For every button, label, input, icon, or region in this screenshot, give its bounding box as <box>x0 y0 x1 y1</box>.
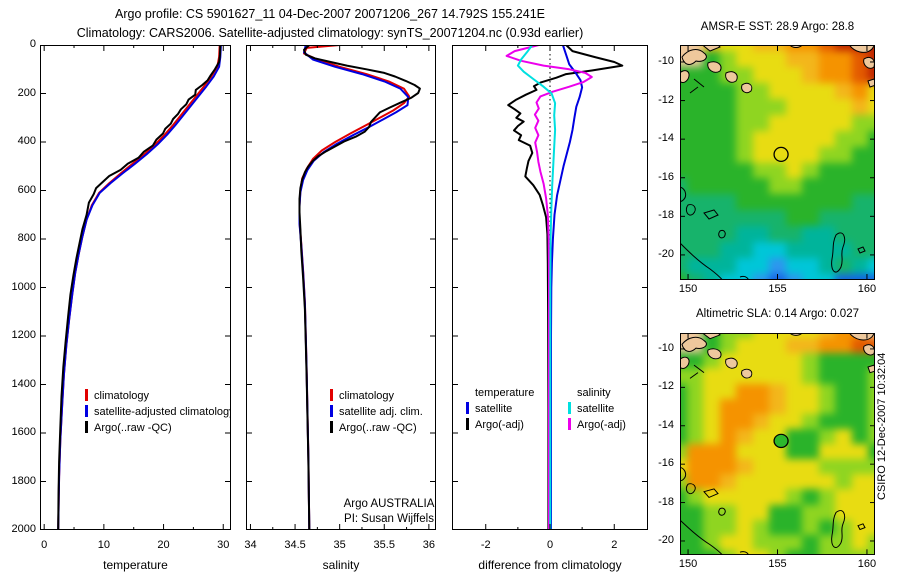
tick-label: 35 <box>333 539 346 551</box>
legend-group-header: salinity <box>577 387 611 399</box>
title-line-1: Argo profile: CS 5901627_11 04-Dec-2007 … <box>115 7 545 21</box>
salinity-profile-plot <box>246 45 436 530</box>
tick-label: 155 <box>768 558 787 570</box>
argo-float-marker <box>773 433 789 449</box>
difference-plot <box>452 45 648 530</box>
difference-panel: temperature satellite Argo(-adj) salinity sa… <box>452 45 648 530</box>
legend-label: climatology <box>339 390 395 402</box>
legend-entry: climatology <box>85 388 231 404</box>
legend-entry: satellite <box>568 401 626 417</box>
tick-label: 35.5 <box>373 539 395 551</box>
legend-label: Argo(..raw -QC) <box>94 422 172 434</box>
argo-profile-figure: Argo profile: CS 5901627_11 04-Dec-2007 … <box>0 0 900 580</box>
legend-entry: climatology <box>330 388 423 404</box>
legend-line-swatch <box>85 405 88 417</box>
tick-label: 2000 <box>11 523 36 535</box>
tick-label: 10 <box>97 539 110 551</box>
legend-line-swatch <box>568 418 571 430</box>
legend-label: Argo(-adj) <box>577 419 626 431</box>
tick-label: -20 <box>658 533 674 546</box>
salinity-profile-panel: climatology satellite adj. clim. Argo(..ra… <box>246 45 436 530</box>
salinity-axis-label: salinity <box>322 558 360 572</box>
legend-line-swatch <box>330 405 333 417</box>
note-line-1: Argo AUSTRALIA <box>343 498 435 510</box>
tick-label: 20 <box>157 539 170 551</box>
legend-line-swatch <box>330 389 333 401</box>
legend-line-swatch <box>85 389 88 401</box>
tick-label: 150 <box>678 283 698 295</box>
legend-label: satellite adj. clim. <box>339 406 423 418</box>
legend-label: Argo(-adj) <box>475 419 524 431</box>
title-line-2: Climatology: CARS2006. Satellite-adjuste… <box>76 26 584 40</box>
tick-label: 155 <box>768 283 787 295</box>
tick-label: 1600 <box>11 426 36 438</box>
tick-label: 2 <box>611 539 618 551</box>
legend-entry: Argo(-adj) <box>568 417 626 433</box>
temperature-profile-panel: climatology satellite-adjusted climatolog… <box>40 45 231 530</box>
tick-label: 150 <box>678 558 698 570</box>
legend-label: satellite <box>577 403 615 415</box>
legend-entry: satellite-adjusted climatology <box>85 404 231 420</box>
legend-label: Argo(..raw -QC) <box>339 422 417 434</box>
legend-entry: Argo(-adj) <box>466 417 534 433</box>
legend-group: salinity satellite Argo(-adj) <box>568 385 626 433</box>
sst-map <box>680 45 875 280</box>
tick-label: 400 <box>17 135 36 147</box>
legend-line-swatch <box>85 421 88 433</box>
note-line-2: PI: Susan Wijffels <box>344 513 434 525</box>
timestamp-watermark: CSIRO 12-Dec-2007 10:32:04 <box>876 352 888 500</box>
tick-label: 160 <box>857 283 877 295</box>
legend-entry: satellite adj. clim. <box>330 404 423 420</box>
legend-line-swatch <box>568 402 571 414</box>
sla-map <box>680 333 875 555</box>
temperature-legend: climatology satellite-adjusted climatolog… <box>85 388 231 436</box>
tick-label: 600 <box>17 183 36 196</box>
tick-label: -2 <box>480 539 491 551</box>
legend-line-swatch <box>466 402 469 414</box>
legend-line-swatch <box>330 421 333 433</box>
difference-axis-label: difference from climatology <box>478 558 622 572</box>
tick-label: 1800 <box>11 474 36 487</box>
tick-label: 1200 <box>11 329 36 341</box>
argo-float-marker <box>773 146 789 163</box>
legend-line-swatch <box>466 418 469 430</box>
tick-label: 800 <box>17 232 36 244</box>
legend-group: temperature satellite Argo(-adj) <box>466 385 534 433</box>
tick-label: 0 <box>41 539 48 551</box>
tick-label: 1400 <box>11 377 36 390</box>
temperature-profile-plot <box>40 45 231 530</box>
salinity-legend: climatology satellite adj. clim. Argo(..ra… <box>330 388 423 436</box>
sla-map-overlay <box>680 333 875 555</box>
legend-group-header: temperature <box>475 387 535 399</box>
legend-label: satellite <box>475 403 513 415</box>
tick-label: 1000 <box>11 280 36 293</box>
tick-label: 34 <box>244 539 257 551</box>
difference-legend: temperature satellite Argo(-adj) salinity sa… <box>452 385 648 445</box>
tick-label: 0 <box>546 539 554 551</box>
tick-label: 34.5 <box>284 539 306 551</box>
legend-entry: Argo(..raw -QC) <box>330 420 423 436</box>
legend-entry: Argo(..raw -QC) <box>85 420 231 436</box>
sst-map-title: AMSR-E SST: 28.9 Argo: 28.8 <box>700 21 855 33</box>
legend-label: satellite-adjusted climatology <box>94 406 231 418</box>
sla-map-title: Altimetric SLA: 0.14 Argo: 0.027 <box>695 308 859 320</box>
figure-title: Argo profile: CS 5901627_11 04-Dec-2007 … <box>20 5 640 43</box>
attribution-note: Argo AUSTRALIA PI: Susan Wijffels <box>318 497 460 527</box>
temperature-axis-label: temperature <box>103 558 168 572</box>
tick-label: 200 <box>17 86 36 99</box>
tick-label: 30 <box>217 539 230 551</box>
legend-label: climatology <box>94 390 150 402</box>
sst-map-overlay <box>680 45 875 280</box>
legend-entry: satellite <box>466 401 534 417</box>
tick-label: 160 <box>857 558 877 570</box>
tick-label: 36 <box>422 539 435 551</box>
